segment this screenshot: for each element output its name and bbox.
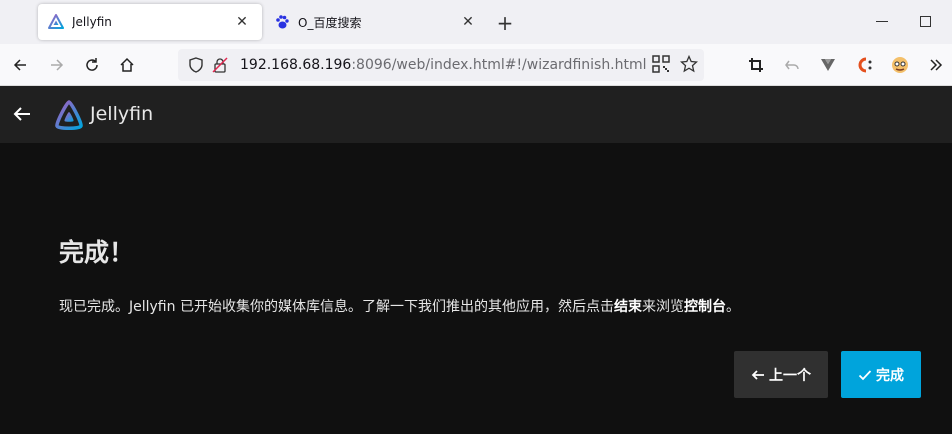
previous-button[interactable]: 上一个 [734, 351, 828, 398]
reload-icon[interactable] [79, 52, 105, 78]
finish-message: 现已完成。Jellyfin 已开始收集你的媒体库信息。了解一下我们推出的其他应用… [59, 296, 740, 316]
wizard-finish-page: 完成！ 现已完成。Jellyfin 已开始收集你的媒体库信息。了解一下我们推出的… [0, 143, 952, 434]
minimize-icon[interactable] [870, 12, 894, 32]
insecure-lock-icon[interactable] [210, 55, 230, 75]
undo-arrow-icon[interactable] [781, 54, 803, 76]
jellyfin-logo-icon[interactable] [54, 99, 84, 131]
previous-button-label: 上一个 [769, 367, 811, 384]
bookmark-star-icon[interactable] [679, 54, 699, 77]
address-bar[interactable]: 192.168.68.196:8096/web/index.html#!/wiz… [178, 49, 704, 81]
url-text: 192.168.68.196:8096/web/index.html#!/wiz… [240, 57, 647, 73]
baidu-paw-icon [274, 14, 290, 30]
brand-name[interactable]: Jellyfin [90, 103, 153, 125]
tab-title: O_百度搜索 [298, 15, 362, 30]
jellyfin-logo-icon [48, 14, 64, 30]
checkmark-icon [858, 368, 872, 382]
csdn-extension-icon[interactable] [853, 54, 875, 76]
finish-button[interactable]: 完成 [841, 351, 921, 398]
back-arrow-icon[interactable] [7, 52, 33, 78]
finish-button-label: 完成 [876, 367, 904, 384]
avatar-extension-icon[interactable] [889, 54, 911, 76]
shield-icon[interactable] [186, 55, 206, 75]
page-title: 完成！ [59, 238, 135, 267]
browser-nav-bar: 192.168.68.196:8096/web/index.html#!/wiz… [0, 44, 952, 86]
tab-jellyfin[interactable]: Jellyfin ✕ [38, 4, 262, 40]
home-icon[interactable] [114, 52, 140, 78]
tab-baidu[interactable]: O_百度搜索 ✕ [264, 4, 488, 40]
url-path: :8096/web/index.html#!/wizardfinish.html [351, 57, 647, 73]
app-header: Jellyfin [0, 86, 952, 143]
maximize-icon[interactable] [914, 12, 938, 32]
message-text: 现已完成。Jellyfin 已开始收集你的媒体库信息。了解一下我们推出的其他应用… [59, 299, 614, 315]
message-text: 来浏览 [641, 299, 684, 315]
tab-title: Jellyfin [72, 15, 112, 29]
overflow-chevrons-icon[interactable] [925, 54, 947, 76]
forward-arrow-icon[interactable] [44, 52, 70, 78]
vue-devtools-icon[interactable] [817, 54, 839, 76]
crop-screenshot-icon[interactable] [745, 54, 767, 76]
message-text: 。 [725, 299, 740, 315]
arrow-left-icon [751, 368, 765, 382]
close-icon[interactable]: ✕ [232, 12, 252, 32]
message-finish-keyword: 结束 [613, 299, 642, 315]
message-dashboard-keyword: 控制台 [683, 299, 726, 315]
browser-tab-strip: Jellyfin ✕ O_百度搜索 ✕ + [0, 0, 952, 44]
close-icon[interactable]: ✕ [458, 12, 478, 32]
new-tab-plus-icon[interactable]: + [494, 11, 516, 35]
qr-code-icon[interactable] [652, 55, 670, 77]
url-host: 192.168.68.196 [240, 57, 352, 73]
back-arrow-icon[interactable] [10, 102, 34, 126]
